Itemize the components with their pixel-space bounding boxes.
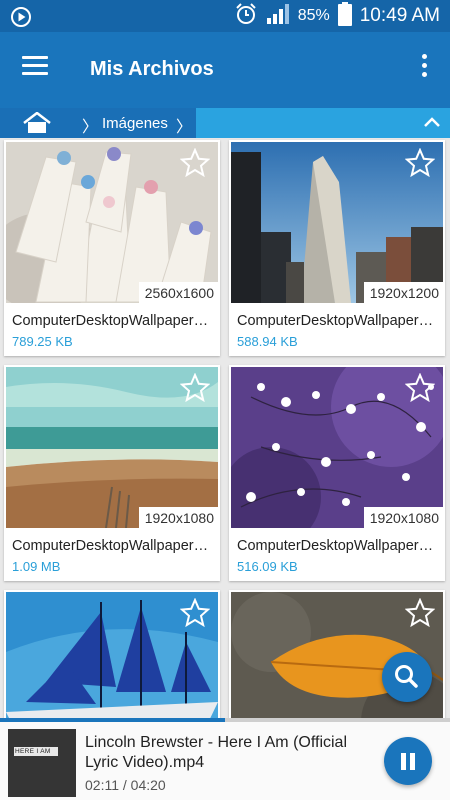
chevron-right-icon: 〉 [82, 119, 99, 136]
file-name: ComputerDesktopWallpapersCollection [12, 538, 214, 554]
pause-button[interactable] [384, 737, 432, 785]
media-player[interactable]: HERE I AM Lincoln Brewster - Here I Am (… [0, 718, 450, 800]
file-name: ComputerDesktopWallpapersCollection [12, 313, 214, 329]
image-dimensions: 2560x1600 [138, 282, 218, 303]
home-icon[interactable] [22, 111, 52, 134]
file-card[interactable]: 1920x1200 ComputerDesktopWallpapersColle… [229, 140, 445, 356]
file-size: 588.94 KB [237, 334, 298, 349]
file-card[interactable]: 1920x1080 ComputerDesktopWallpapersColle… [229, 365, 445, 581]
breadcrumb-item-imagenes[interactable]: Imágenes [102, 115, 168, 132]
search-button[interactable] [382, 652, 432, 702]
favorite-star-icon[interactable] [179, 372, 211, 403]
status-bar: 85% 10:49 AM [0, 0, 450, 32]
page-title: Mis Archivos [90, 58, 214, 80]
track-title: Lincoln Brewster - Here I Am (Official L… [85, 734, 348, 771]
favorite-star-icon[interactable] [179, 597, 211, 628]
alarm-icon [234, 2, 258, 31]
battery-percent: 85% [297, 7, 330, 24]
playback-progress[interactable] [0, 718, 450, 722]
signal-icon [266, 3, 290, 30]
file-name: ComputerDesktopWallpapersCollection [237, 538, 439, 554]
play-circle-icon [10, 6, 32, 33]
file-card[interactable]: 1920x1080 ComputerDesktopWallpapersColle… [4, 365, 220, 581]
image-dimensions: 1920x1200 [363, 282, 443, 303]
file-size: 516.09 KB [237, 559, 298, 574]
image-dimensions: 1920x1080 [363, 507, 443, 528]
search-icon [395, 665, 418, 688]
battery-icon [337, 1, 352, 31]
progress-fill [0, 718, 225, 722]
clock: 10:49 AM [359, 5, 440, 26]
album-cover: HERE I AM [8, 729, 76, 797]
more-vert-icon[interactable] [420, 54, 428, 82]
file-size: 1.09 MB [12, 559, 61, 574]
app-toolbar: Mis Archivos [0, 32, 450, 108]
file-card[interactable]: 2560x1600 ComputerDesktopWallpapersColle… [4, 140, 220, 356]
favorite-star-icon[interactable] [404, 372, 436, 403]
image-dimensions: 1920x1080 [138, 507, 218, 528]
favorite-star-icon[interactable] [179, 147, 211, 178]
file-size: 789.25 KB [12, 334, 73, 349]
chevron-up-icon[interactable] [422, 113, 442, 133]
cover-text: HERE I AM [15, 748, 51, 755]
breadcrumb: 〉 Imágenes 〉 [0, 108, 450, 138]
file-name: ComputerDesktopWallpapersCollection [237, 313, 439, 329]
hamburger-menu-icon[interactable] [22, 56, 48, 78]
favorite-star-icon[interactable] [404, 147, 436, 178]
favorite-star-icon[interactable] [404, 597, 436, 628]
chevron-right-icon: 〉 [176, 119, 193, 136]
track-time: 02:11 / 04:20 [85, 777, 166, 793]
